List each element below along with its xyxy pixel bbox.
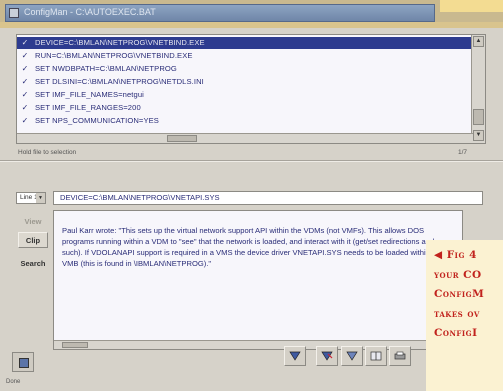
list-item[interactable]: ✓ DEVICE=C:\BMLAN\NETPROG\VNETBIND.EXE xyxy=(17,37,472,49)
clip-button[interactable]: Clip xyxy=(18,232,48,248)
list-position-counter: 1/7 xyxy=(458,149,468,156)
list-item-text: SET NWDBPATH=C:\BMLAN\NETPROG xyxy=(35,64,177,73)
title-bar[interactable]: ConfigMan - C:\AUTOEXEC.BAT xyxy=(5,4,435,22)
list-item[interactable]: ✓ SET NPS_COMMUNICATION=YES xyxy=(17,115,472,127)
filter-down-button[interactable] xyxy=(284,346,306,366)
list-item[interactable]: ✓ SET NWDBPATH=C:\BMLAN\NETPROG xyxy=(17,63,472,75)
list-item-text: SET DLSINI=C:\BMLAN\NETPROG\NETDLS.INI xyxy=(35,77,204,86)
list-item-text: RUN=C:\BMLAN\NETPROG\VNETBIND.EXE xyxy=(35,51,193,60)
list-horizontal-scrollbar[interactable] xyxy=(17,133,473,143)
scroll-thumb[interactable] xyxy=(167,135,197,142)
command-field[interactable]: DEVICE=C:\BMLAN\NETPROG\VNETAPI.SYS xyxy=(53,191,483,205)
caption-line: ConfigI xyxy=(434,327,478,339)
list-item-text: SET IMF_FILE_RANGES=200 xyxy=(35,103,141,112)
list-item[interactable]: ✓ SET IMF_FILE_RANGES=200 xyxy=(17,102,472,114)
check-icon[interactable]: ✓ xyxy=(21,102,29,114)
check-icon[interactable]: ✓ xyxy=(21,50,29,62)
page-background-band xyxy=(440,0,503,12)
figure-number: ◀ Fig 4 xyxy=(434,249,477,261)
check-icon[interactable]: ✓ xyxy=(21,89,29,101)
caption-line: takes ov xyxy=(434,307,480,320)
check-icon[interactable]: ✓ xyxy=(21,76,29,88)
window-title: ConfigMan - C:\AUTOEXEC.BAT xyxy=(24,7,156,17)
caption-line: ConfigM xyxy=(434,288,485,300)
notes-text: Paul Karr wrote: "This sets up the virtu… xyxy=(62,226,443,268)
figure-caption: ◀ Fig 4 your CO ConfigM takes ov ConfigI xyxy=(426,240,503,391)
caption-line: your CO xyxy=(434,268,482,281)
split-icon xyxy=(370,351,382,361)
system-menu-icon[interactable] xyxy=(9,8,19,18)
scroll-down-icon[interactable]: ▼ xyxy=(473,130,484,141)
scroll-up-icon[interactable]: ▲ xyxy=(473,36,484,47)
check-icon[interactable]: ✓ xyxy=(21,37,29,49)
list-item-text: SET IMF_FILE_NAMES=netgui xyxy=(35,90,144,99)
list-status-text: Hold file to selection xyxy=(18,149,77,156)
scroll-thumb[interactable] xyxy=(62,342,88,348)
divider xyxy=(0,160,503,162)
page-background-strip xyxy=(0,22,503,28)
list-item[interactable]: ✓ SET IMF_FILE_NAMES=netgui xyxy=(17,89,472,101)
search-button[interactable]: Search xyxy=(18,256,48,272)
list-item-text: SET NPS_COMMUNICATION=YES xyxy=(35,116,159,125)
notes-textarea[interactable]: Paul Karr wrote: "This sets up the virtu… xyxy=(53,210,463,350)
list-item[interactable]: ✓ SET DLSINI=C:\BMLAN\NETPROG\NETDLS.INI xyxy=(17,76,472,88)
view-button[interactable]: View xyxy=(18,214,48,230)
filter-clear-icon xyxy=(346,351,358,361)
line-select[interactable]: Line 1 ▼ xyxy=(16,192,46,204)
check-icon[interactable]: ✓ xyxy=(21,63,29,75)
scroll-thumb[interactable] xyxy=(473,109,484,125)
app-icon[interactable] xyxy=(12,352,34,372)
filter-icon xyxy=(289,351,301,361)
list-item[interactable]: ✓ RUN=C:\BMLAN\NETPROG\VNETBIND.EXE xyxy=(17,50,472,62)
split-button[interactable] xyxy=(365,346,387,366)
print-icon xyxy=(394,351,406,360)
config-lines-list[interactable]: ✓ DEVICE=C:\BMLAN\NETPROG\VNETBIND.EXE ✓… xyxy=(16,34,486,144)
check-icon[interactable]: ✓ xyxy=(21,115,29,127)
filter-edit-icon xyxy=(321,351,333,361)
chevron-down-icon[interactable]: ▼ xyxy=(36,193,45,203)
status-text: Done xyxy=(6,379,21,385)
filter-edit-button[interactable] xyxy=(316,346,338,366)
list-item-text: DEVICE=C:\BMLAN\NETPROG\VNETBIND.EXE xyxy=(35,38,205,47)
list-vertical-scrollbar[interactable]: ▲ ▼ xyxy=(471,35,485,143)
print-button[interactable] xyxy=(389,346,411,366)
filter-clear-button[interactable] xyxy=(341,346,363,366)
